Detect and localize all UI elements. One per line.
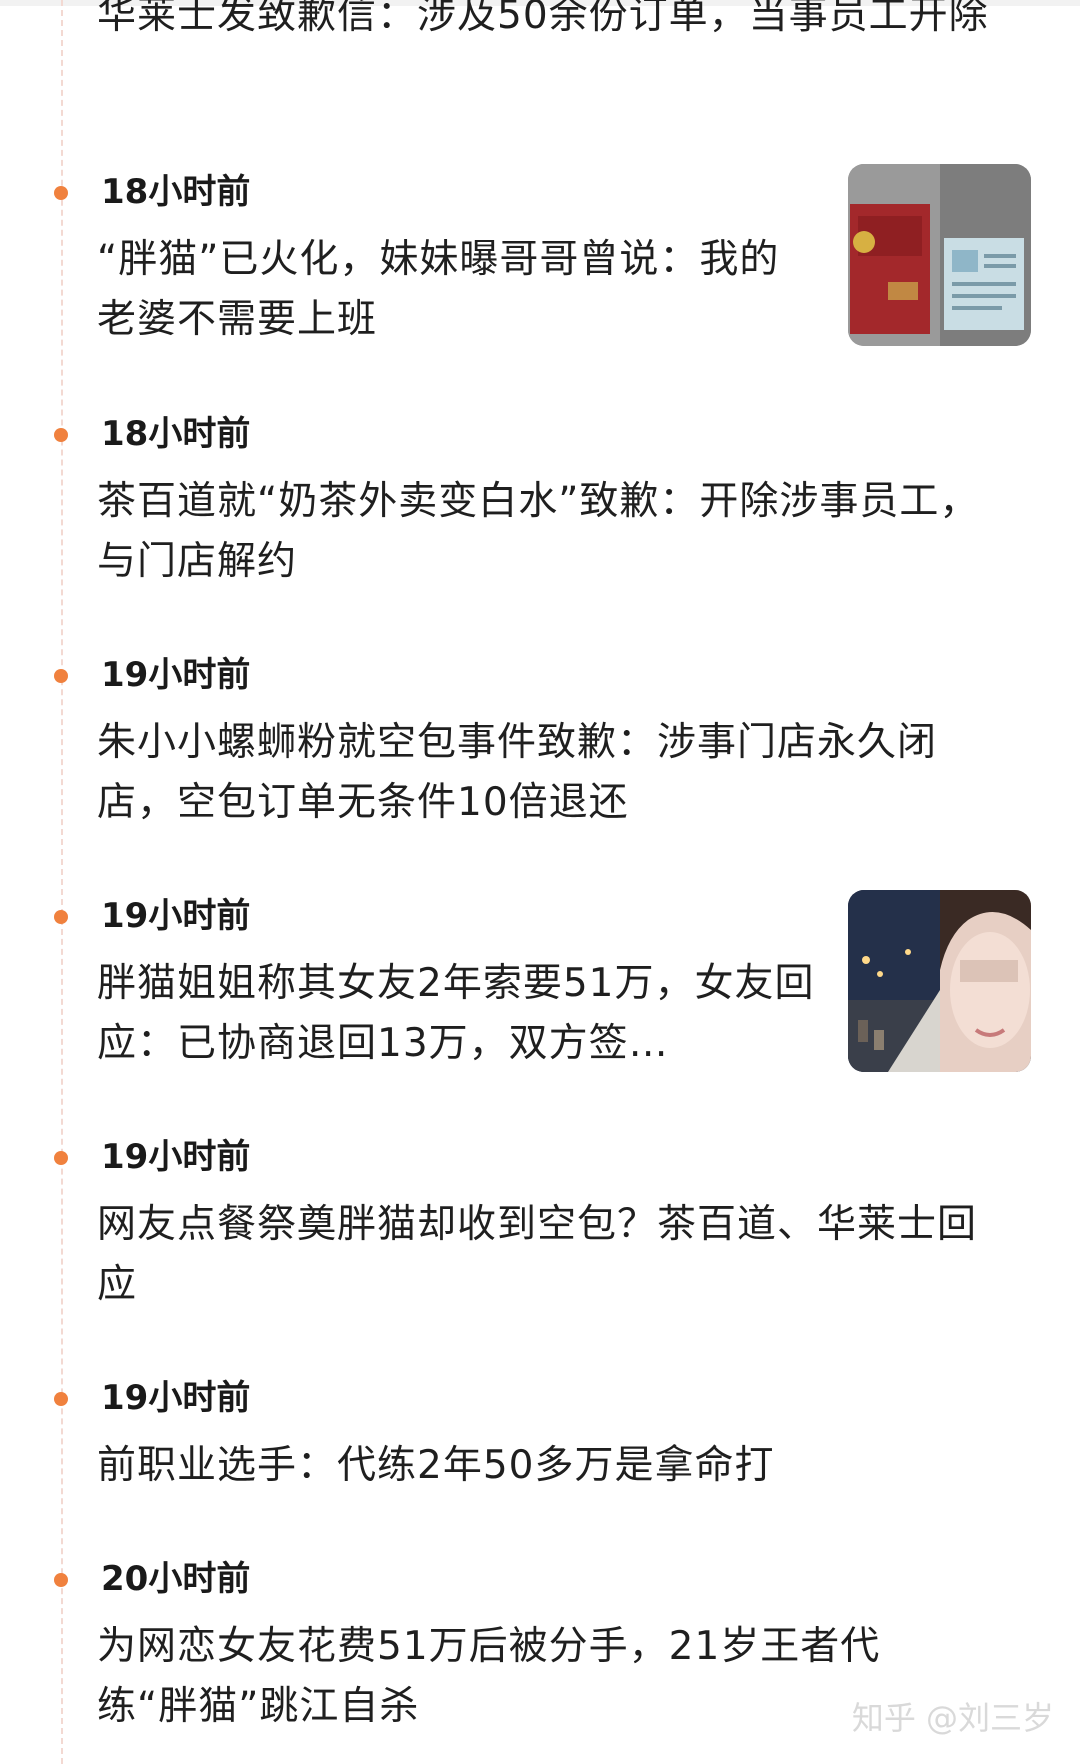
news-time: 18小时前 [101, 172, 251, 212]
news-headline[interactable]: 茶百道就“奶茶外卖变白水”致歉：开除涉事员工，与门店解约 [97, 472, 1012, 592]
news-headline[interactable]: 为网恋女友花费51万后被分手，21岁王者代练“胖猫”跳江自杀 [97, 1617, 957, 1737]
news-time: 19小时前 [101, 896, 251, 936]
news-headline[interactable]: 胖猫姐姐称其女友2年索要51万，女友回应：已协商退回13万，双方签… [97, 954, 817, 1074]
news-thumbnail[interactable] [848, 890, 1031, 1072]
news-time: 20小时前 [101, 1559, 251, 1599]
timeline-dot-icon [54, 1151, 68, 1165]
news-time: 19小时前 [101, 1137, 251, 1177]
timeline-dot-icon [54, 428, 68, 442]
news-headline[interactable]: 网友点餐祭奠胖猫却收到空包？茶百道、华莱士回应 [97, 1195, 1012, 1315]
news-headline[interactable]: 前职业选手：代练2年50多万是拿命打 [97, 1436, 1012, 1496]
news-time: 19小时前 [101, 655, 251, 695]
news-time: 18小时前 [101, 414, 251, 454]
news-time: 19小时前 [101, 1378, 251, 1418]
timeline-dot-icon [54, 1573, 68, 1587]
news-headline[interactable]: 朱小小螺蛳粉就空包事件致歉：涉事门店永久闭店，空包订单无条件10倍退还 [97, 713, 1012, 833]
timeline-dot-icon [54, 910, 68, 924]
news-headline[interactable]: “胖猫”已火化，妹妹曝哥哥曾说：我的老婆不需要上班 [97, 230, 817, 350]
news-thumbnail[interactable] [848, 164, 1031, 346]
zhihu-watermark: 知乎 @刘三岁 [851, 1699, 1054, 1737]
bridge-night-and-woman-photo-icon [848, 890, 1031, 1072]
timeline-dot-icon [54, 1392, 68, 1406]
timeline-dot-icon [54, 186, 68, 200]
timeline-dot-icon [54, 669, 68, 683]
news-headline[interactable]: 华莱士发致歉信：涉及50余份订单，当事员工开除 [97, 0, 1012, 46]
news-timeline-feed: 华莱士发致歉信：涉及50余份订单，当事员工开除 18小时前 “胖猫”已火化，妹妹… [0, 0, 1080, 1764]
marriage-certificate-photo-icon [848, 164, 1031, 346]
